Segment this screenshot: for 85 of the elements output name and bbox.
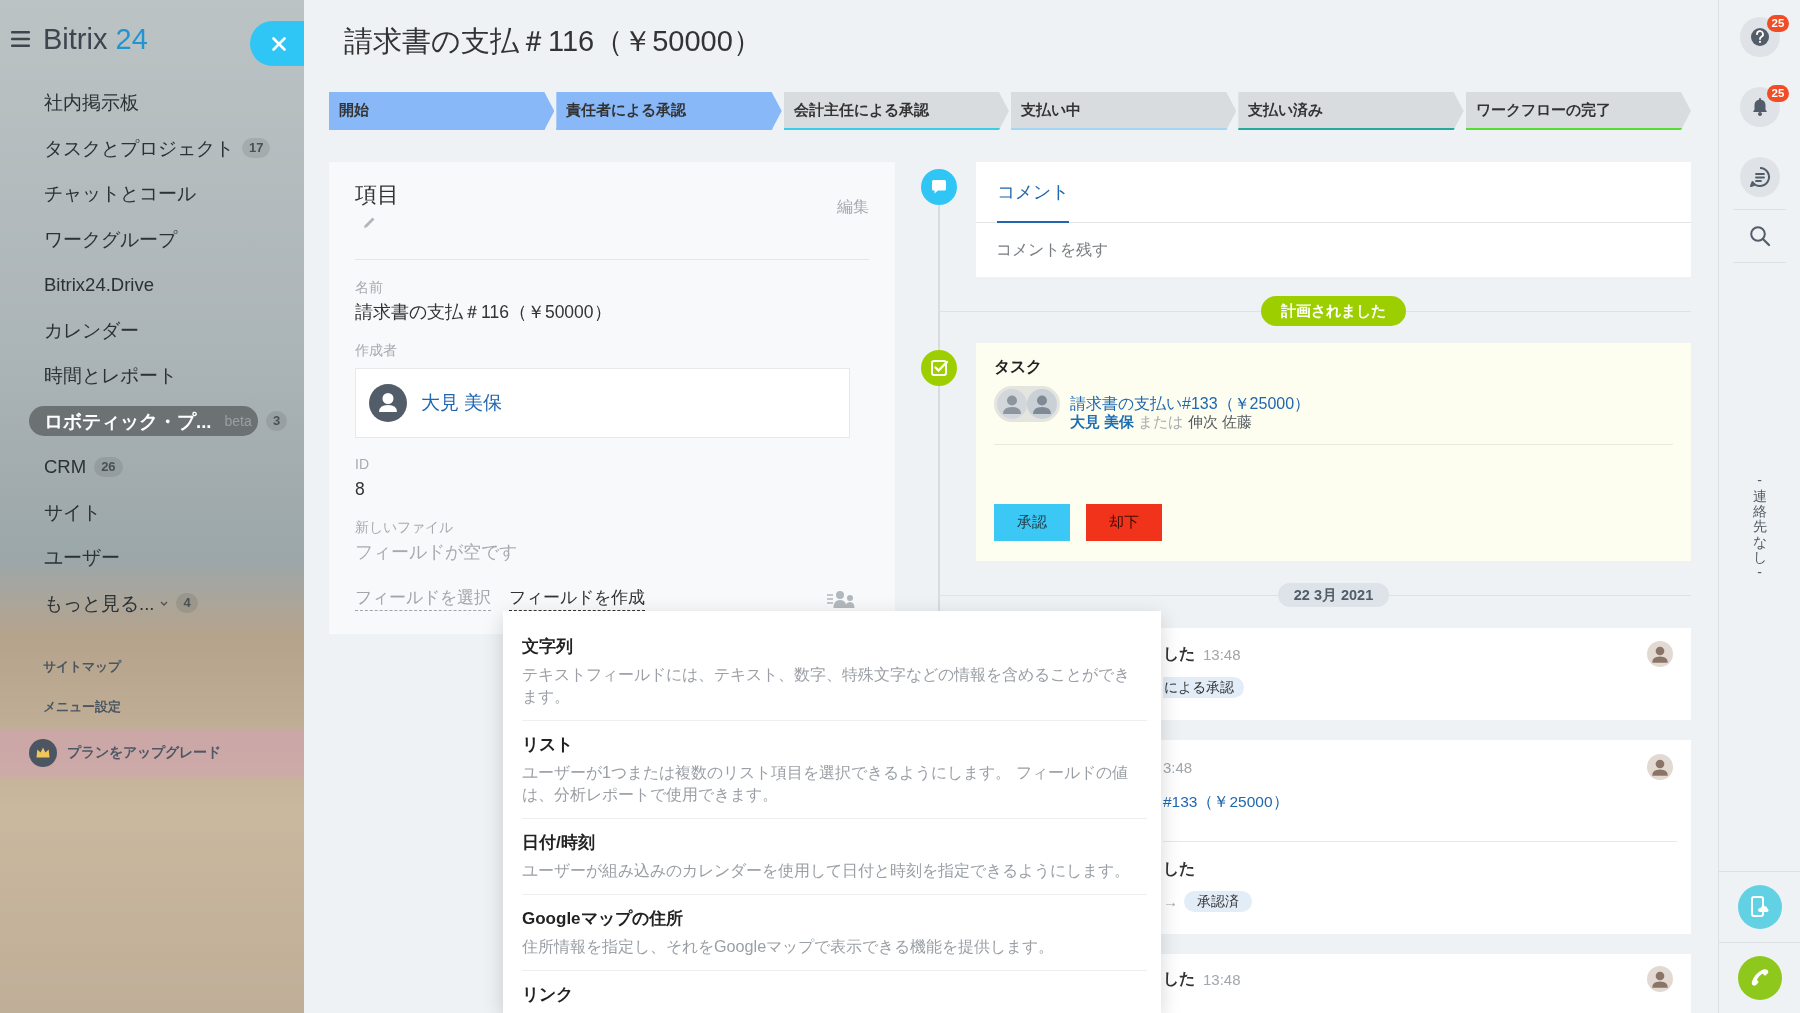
event-time: 13:48 (1203, 645, 1241, 663)
transition-arrow: → (1163, 892, 1178, 912)
user-silhouette-icon (1027, 389, 1057, 419)
stage-tag: による承認 (1163, 677, 1244, 698)
counter-badge: 25 (1766, 85, 1790, 102)
stage-step[interactable]: 開始 (329, 92, 555, 130)
nav-item[interactable]: ワークグループ (44, 226, 177, 252)
close-icon (272, 36, 286, 51)
page-title: 請求書の支払＃116（￥50000） (344, 24, 763, 59)
contacts-empty-label: - 連絡先なし - (1752, 473, 1767, 581)
nav-item[interactable]: チャットとコール (44, 181, 196, 207)
nav-item[interactable]: Bitrix24.Drive (44, 273, 154, 296)
stage-step[interactable]: 支払い済み (1238, 92, 1464, 130)
counter-badge: 3 (266, 411, 288, 432)
sidebar-link[interactable]: メニュー設定 (0, 687, 304, 727)
nav-item[interactable]: サイト (44, 499, 101, 525)
chevron-down-icon[interactable] (160, 600, 169, 606)
event-title: した (1163, 968, 1195, 989)
status-badge: 計画されました (1261, 296, 1406, 326)
task-link[interactable]: #133（￥25000） (1163, 790, 1289, 814)
section-title: 項目 (355, 181, 399, 209)
field-label: 名前 (355, 278, 384, 297)
menu-item-title[interactable]: Googleマップの住所 (522, 907, 683, 931)
user-silhouette-icon (1647, 966, 1673, 992)
field-value: 請求書の支払＃116（￥50000） (355, 301, 613, 324)
counter-badge: 4 (176, 593, 198, 614)
comment-bubble-icon (921, 169, 957, 205)
menu-item-description: ユーザーが1つまたは複数のリスト項目を選択できるようにします。 フィールドの値は、分析レポートで使用できます。 (522, 762, 1129, 805)
crown-icon (29, 739, 57, 767)
date-badge: 22 3月 2021 (1277, 583, 1390, 607)
search-icon[interactable] (1748, 225, 1771, 247)
event-time: 3:48 (1163, 758, 1193, 776)
stage-step[interactable]: ワークフローの完了 (1465, 92, 1691, 130)
user-silhouette-icon (1647, 754, 1673, 780)
nav-item[interactable]: ユーザー (44, 545, 120, 571)
mobile-cloud-icon[interactable] (1737, 885, 1782, 929)
menu-item-title[interactable]: リスト (522, 733, 573, 757)
field-label: 作成者 (355, 341, 398, 360)
task-check-icon (921, 350, 957, 386)
menu-item-title[interactable]: 文字列 (522, 635, 573, 659)
comment-field[interactable]: コメントを残す (976, 223, 1691, 277)
task-heading: タスク (994, 357, 1042, 377)
counter-badge: 26 (94, 456, 123, 477)
nav-item[interactable]: もっと見る... (44, 590, 155, 616)
menu-item-description: 住所情報を指定し、それをGoogleマップで表示できる機能を提供します。 (522, 936, 1055, 957)
assignee-text: 大見 美保 または 伸次 佐藤 (1070, 413, 1252, 431)
assignee-link[interactable]: 大見 美保 (1070, 413, 1135, 430)
nav-item[interactable]: カレンダー (44, 317, 139, 343)
stage-step[interactable]: 支払い中 (1011, 92, 1237, 130)
user-avatar-icon (369, 384, 407, 422)
stage-step[interactable]: 会計主任による承認 (783, 92, 1009, 130)
menu-item-title[interactable]: 日付/時刻 (522, 831, 595, 855)
stage-step[interactable]: 責任者による承認 (556, 92, 782, 130)
close-button[interactable] (250, 21, 304, 66)
stage-tag: 承認済 (1184, 891, 1252, 912)
logo-wordmark: Bitrix 24 (43, 22, 148, 57)
reject-button[interactable]: 却下 (1086, 504, 1162, 541)
menu-item-description: ユーザーが組み込みのカレンダーを使用して日付と時刻を指定できるようにします。 (522, 860, 1130, 881)
sidebar-link[interactable]: サイトマップ (0, 647, 304, 687)
user-silhouette-icon (1647, 641, 1673, 667)
user-link[interactable]: 大見 美保 (421, 390, 503, 416)
event-title: した (1163, 858, 1195, 879)
nav-item[interactable]: 時間とレポート (44, 363, 177, 389)
menu-icon[interactable] (11, 31, 30, 47)
nav-item[interactable]: 社内掲示板 (44, 90, 139, 116)
chat-list-icon[interactable] (1739, 157, 1780, 197)
field-label: ID (355, 455, 370, 474)
field-value: 8 (355, 478, 366, 501)
approve-button[interactable]: 承認 (994, 504, 1070, 541)
event-title: した (1163, 643, 1195, 664)
user-silhouette-icon (997, 389, 1027, 419)
menu-item-title[interactable]: リンク (522, 983, 573, 1007)
phone-icon[interactable] (1737, 956, 1782, 1000)
menu-item-description: テキストフィールドには、テキスト、数字、特殊文字などの情報を含めることができます。 (522, 664, 1131, 707)
task-link[interactable]: 請求書の支払い#133（￥25000） (1070, 394, 1311, 413)
field-label: 新しいファイル (355, 518, 454, 537)
counter-badge: 25 (1766, 15, 1790, 32)
pencil-icon[interactable] (363, 216, 376, 229)
empty-value: フィールドが空です (355, 541, 518, 564)
user-settings-icon[interactable] (827, 589, 857, 608)
upgrade-link[interactable]: プランをアップグレード (0, 729, 304, 777)
nav-item[interactable]: CRM (44, 455, 87, 478)
nav-item[interactable]: タスクとプロジェクト (44, 135, 234, 161)
event-time: 13:48 (1203, 970, 1241, 988)
counter-badge: 17 (242, 138, 271, 159)
